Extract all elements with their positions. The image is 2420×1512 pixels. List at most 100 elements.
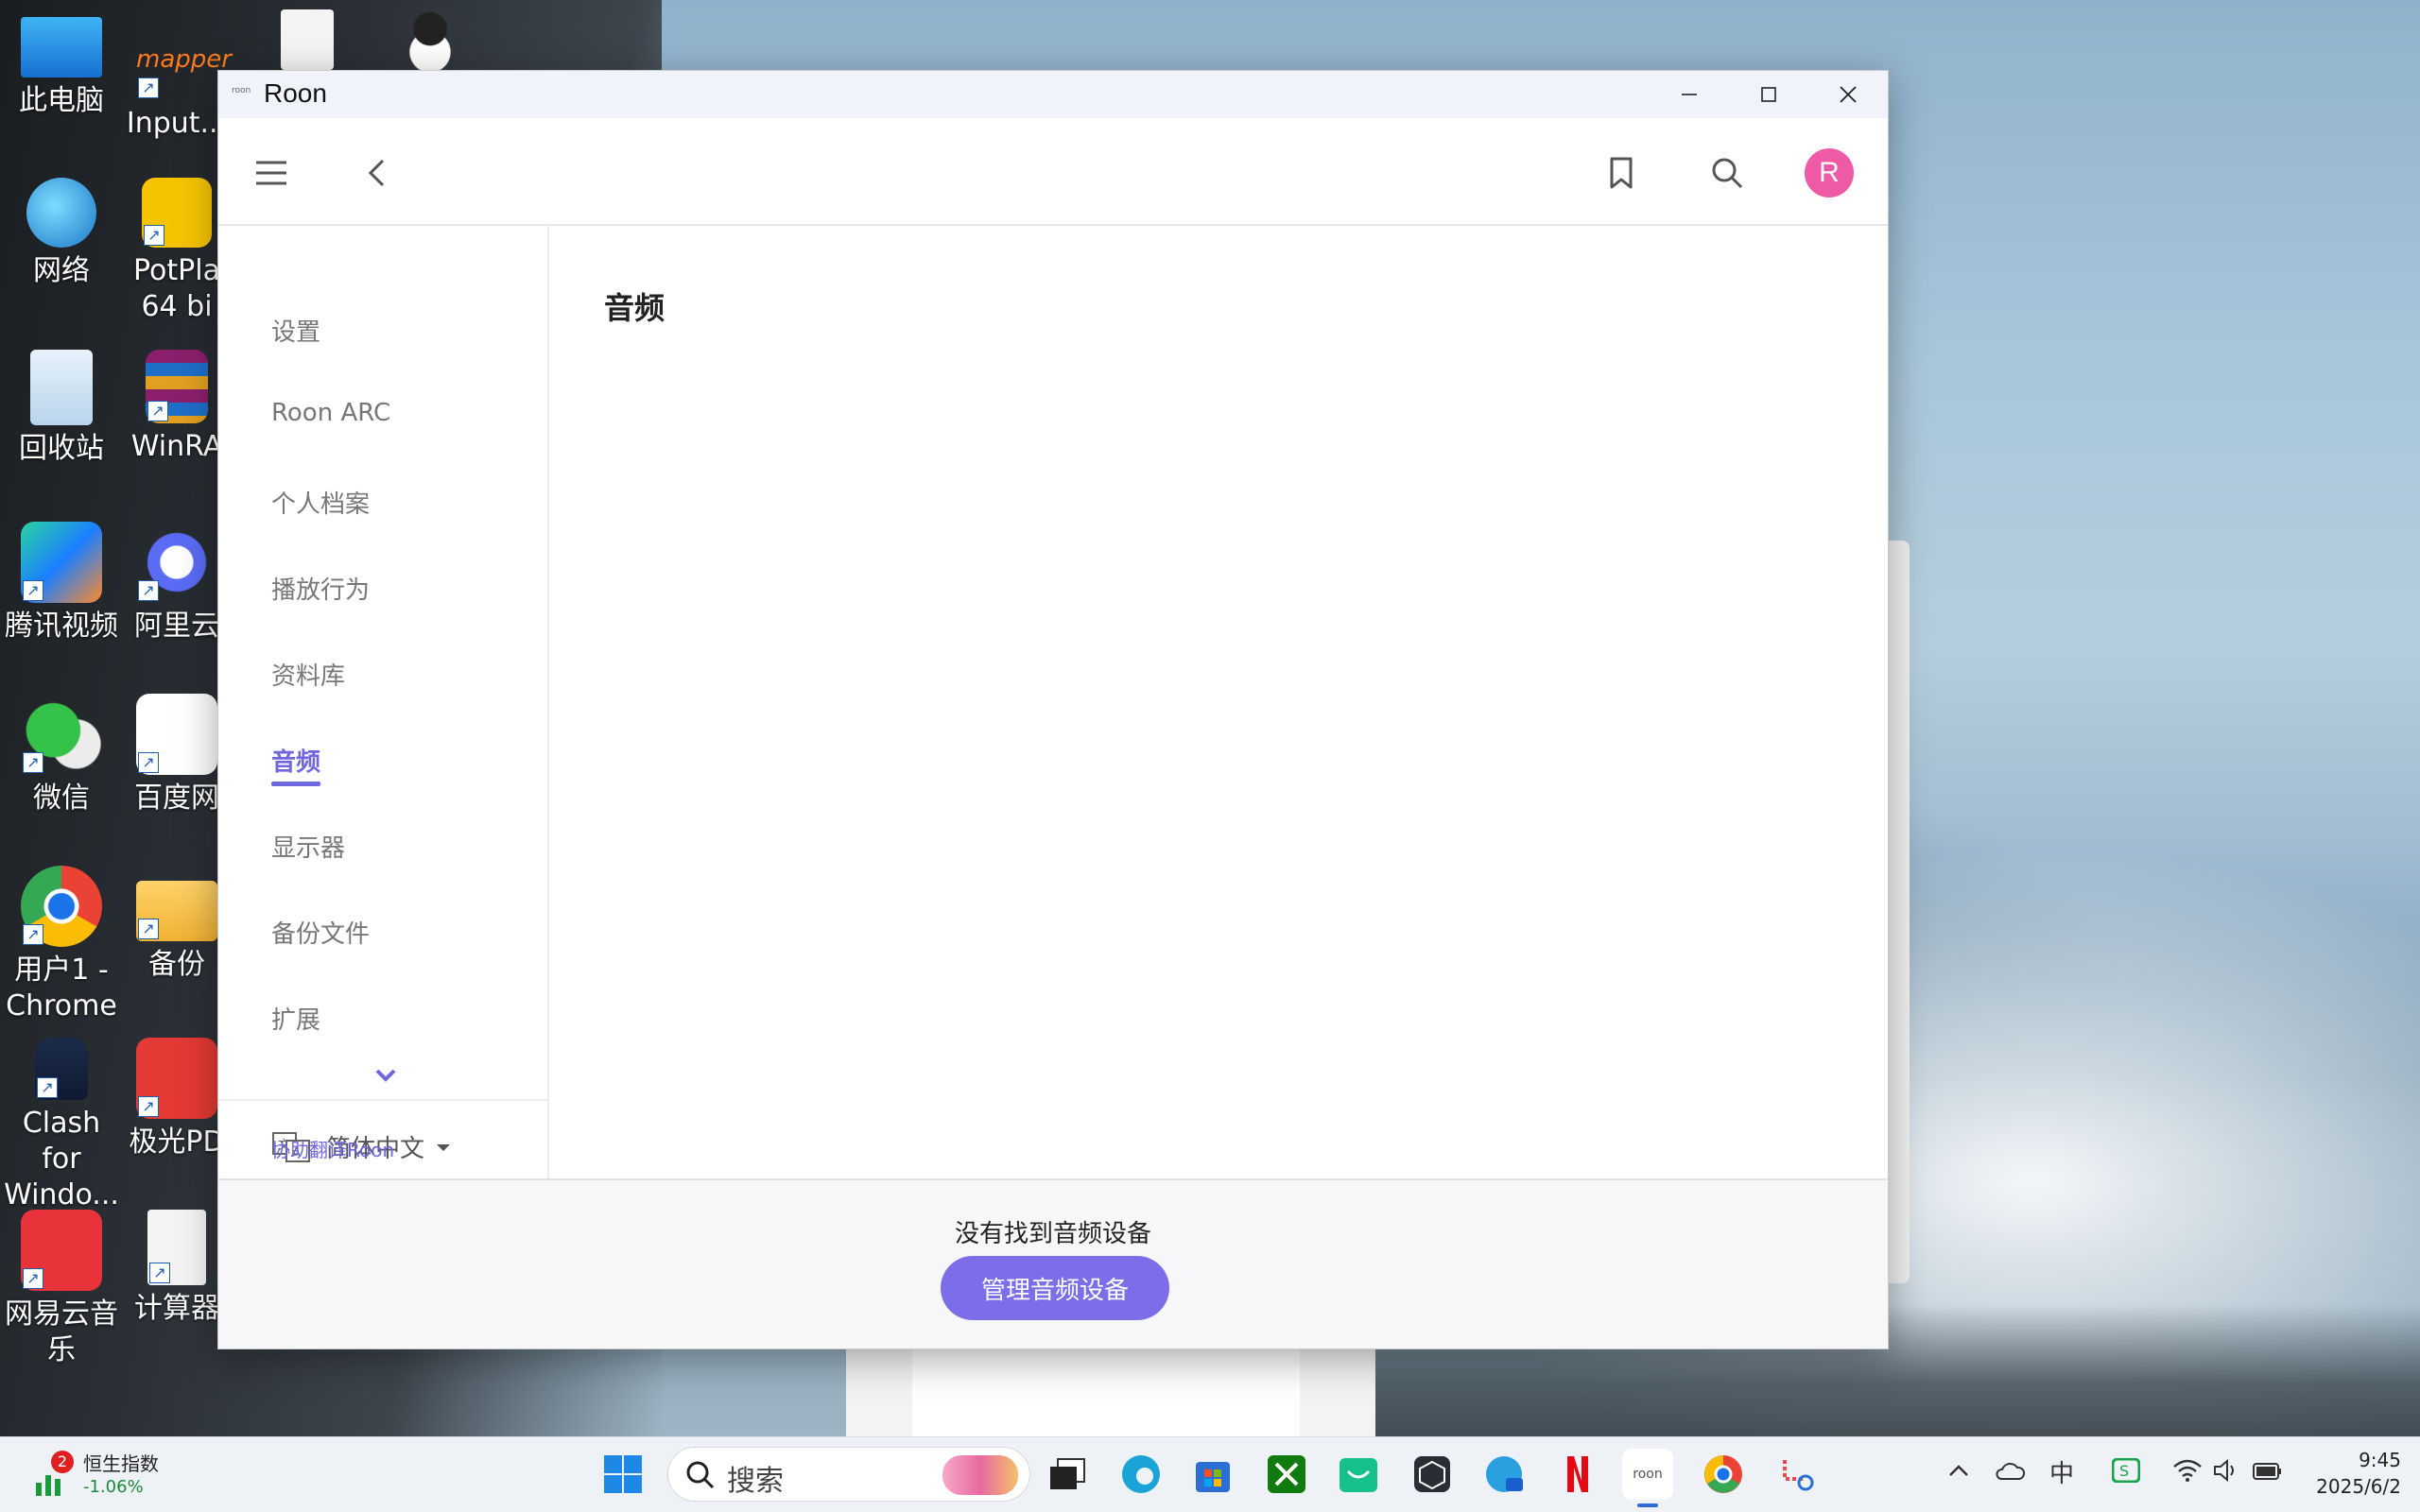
potplayer-icon: ↗ — [142, 178, 212, 248]
desktop-icon-winrar[interactable]: ↗ WinRA — [125, 350, 229, 465]
desktop-icon-calculator[interactable]: ↗ 计算器 — [125, 1210, 229, 1327]
desktop-icon-file-top[interactable] — [269, 9, 345, 76]
desktop-icon-wechat[interactable]: ↗ 微信 — [0, 694, 123, 816]
desktop-icon-tencent-video[interactable]: ↗ 腾讯视频 — [0, 522, 123, 644]
tray-volume[interactable] — [2212, 1458, 2240, 1489]
desktop-icon-jiguang-pdf[interactable]: ↗ 极光PD — [125, 1038, 229, 1160]
taskbar-snipping[interactable] — [1772, 1449, 1823, 1500]
bookmark-button[interactable] — [1593, 145, 1650, 201]
clock-date: 2025/6/2 — [2316, 1475, 2401, 1498]
desktop-icon-label: PotPla 64 bi — [133, 254, 220, 323]
desktop-icon-potplayer[interactable]: ↗ PotPla 64 bi — [125, 178, 229, 325]
search-button[interactable] — [1699, 145, 1755, 201]
main-content: 音频 — [549, 226, 1888, 1178]
dropdown-caret-icon — [437, 1143, 451, 1151]
desktop-icon-backup-folder[interactable]: ↗ 备份 — [125, 866, 229, 983]
desktop-icon-chrome[interactable]: ↗ 用户1 - Chrome — [0, 866, 123, 1024]
search-icon — [1712, 158, 1743, 189]
taskbar-xbox[interactable] — [1261, 1449, 1312, 1500]
taskbar-app-green[interactable] — [1333, 1449, 1384, 1500]
taskbar-chrome[interactable] — [1698, 1449, 1749, 1500]
speaker-icon — [2214, 1458, 2234, 1483]
user-avatar[interactable]: R — [1805, 148, 1854, 198]
system-clock[interactable]: 9:45 2025/6/2 — [2316, 1447, 2401, 1500]
xbox-icon — [1268, 1455, 1305, 1493]
roon-taskbar-icon: roon — [1633, 1467, 1663, 1482]
desktop-icon-recycle-bin[interactable]: 回收站 — [0, 350, 123, 467]
roon-app-icon: roon — [232, 86, 251, 95]
settings-sidebar: 设置 Roon ARC 个人档案 播放行为 资料库 音频 显示器 备份文件 扩展… — [218, 226, 549, 1178]
desktop-icon-network[interactable]: 网络 — [0, 178, 123, 289]
start-button[interactable] — [597, 1449, 648, 1500]
taskbar-edge-ai[interactable] — [1478, 1449, 1530, 1500]
no-audio-device-message: 没有找到音频设备 — [954, 1220, 1151, 1248]
sidebar-item-display[interactable]: 显示器 — [271, 829, 345, 864]
desktop-icon-input[interactable]: mapper ↗ Input... — [125, 19, 232, 142]
help-translate-link[interactable]: 协助翻译Roon — [271, 1135, 394, 1162]
back-button[interactable] — [349, 145, 406, 201]
desktop-icon-qq[interactable] — [392, 6, 468, 77]
edge-ai-icon — [1486, 1456, 1523, 1492]
battery-icon — [2253, 1463, 2281, 1480]
tray-ime[interactable]: 中 — [2049, 1454, 2074, 1489]
close-icon — [1840, 86, 1857, 103]
menu-button[interactable] — [243, 145, 300, 201]
background-window-bottom[interactable] — [846, 1342, 1375, 1436]
desktop-icon-this-pc[interactable]: 此电脑 — [0, 9, 123, 119]
wechat-icon: ↗ — [21, 694, 102, 775]
taskbar-roon[interactable]: roon — [1622, 1449, 1673, 1500]
top-toolbar: R — [218, 118, 1888, 226]
tray-overflow-chevron[interactable] — [1947, 1458, 1970, 1486]
desktop-icon-label: 备份 — [148, 948, 205, 981]
green-s-app-icon: S — [2111, 1457, 2141, 1484]
desktop-icon-label: Input... — [126, 107, 228, 140]
folder-icon: ↗ — [136, 881, 217, 941]
edge-browser-icon — [1122, 1455, 1160, 1493]
pdf-icon: ↗ — [136, 1038, 217, 1119]
chevron-left-icon — [368, 159, 385, 187]
taskbar-search[interactable]: 搜索 — [667, 1447, 1030, 1502]
desktop-icon-label: Clash for Windo... — [4, 1107, 119, 1211]
tray-wifi[interactable] — [2172, 1458, 2203, 1489]
desktop-icon-label: 网易云音乐 — [5, 1297, 118, 1366]
manage-audio-devices-button[interactable]: 管理音频设备 — [941, 1256, 1169, 1320]
search-icon — [686, 1461, 715, 1489]
file-icon: ↗ — [147, 1210, 206, 1285]
sidebar-item-roon-arc[interactable]: Roon ARC — [271, 399, 390, 427]
taskbar-store[interactable] — [1187, 1449, 1238, 1500]
chrome-icon: ↗ — [21, 866, 102, 947]
desktop-icon-aliyun[interactable]: ↗ 阿里云 — [125, 522, 229, 644]
minimize-icon — [1682, 94, 1697, 95]
sidebar-item-profile[interactable]: 个人档案 — [271, 485, 370, 520]
maximize-button[interactable] — [1729, 71, 1808, 118]
desktop-icon-baidu-netdisk[interactable]: ↗ 百度网 — [125, 694, 229, 816]
recycle-bin-icon — [30, 350, 93, 425]
sidebar-item-settings[interactable]: 设置 — [271, 313, 320, 348]
sidebar-item-playback[interactable]: 播放行为 — [271, 571, 370, 606]
taskbar-netflix[interactable] — [1552, 1449, 1603, 1500]
tray-battery[interactable] — [2252, 1458, 2284, 1489]
active-tab-underline — [271, 782, 320, 786]
clock-time: 9:45 — [2359, 1449, 2401, 1471]
minimize-button[interactable] — [1650, 71, 1729, 118]
sidebar-item-backups[interactable]: 备份文件 — [271, 915, 370, 950]
desktop-icon-netease-music[interactable]: ↗ 网易云音乐 — [0, 1210, 123, 1368]
taskbar-app-dark[interactable] — [1407, 1449, 1458, 1500]
sidebar-item-audio[interactable]: 音频 — [271, 743, 320, 778]
dark-cube-app-icon — [1414, 1456, 1450, 1492]
sidebar-item-extensions[interactable]: 扩展 — [271, 1001, 320, 1036]
chevron-up-icon — [1949, 1465, 1968, 1476]
task-view-icon — [1050, 1458, 1085, 1489]
chevron-down-icon[interactable] — [372, 1061, 400, 1090]
sidebar-item-library[interactable]: 资料库 — [271, 657, 345, 692]
tray-onedrive[interactable] — [1995, 1458, 2026, 1489]
desktop-icon-label: 计算器 — [134, 1292, 219, 1325]
desktop-icon-clash[interactable]: ↗ Clash for Windo... — [0, 1038, 123, 1213]
close-button[interactable] — [1808, 71, 1888, 118]
tray-app-s[interactable]: S — [2111, 1457, 2141, 1489]
task-view-button[interactable] — [1042, 1449, 1093, 1500]
aliyun-drive-icon: ↗ — [136, 522, 217, 603]
bookmark-icon — [1610, 157, 1633, 189]
title-bar[interactable]: roon Roon — [218, 71, 1888, 118]
taskbar-edge[interactable] — [1115, 1449, 1167, 1500]
